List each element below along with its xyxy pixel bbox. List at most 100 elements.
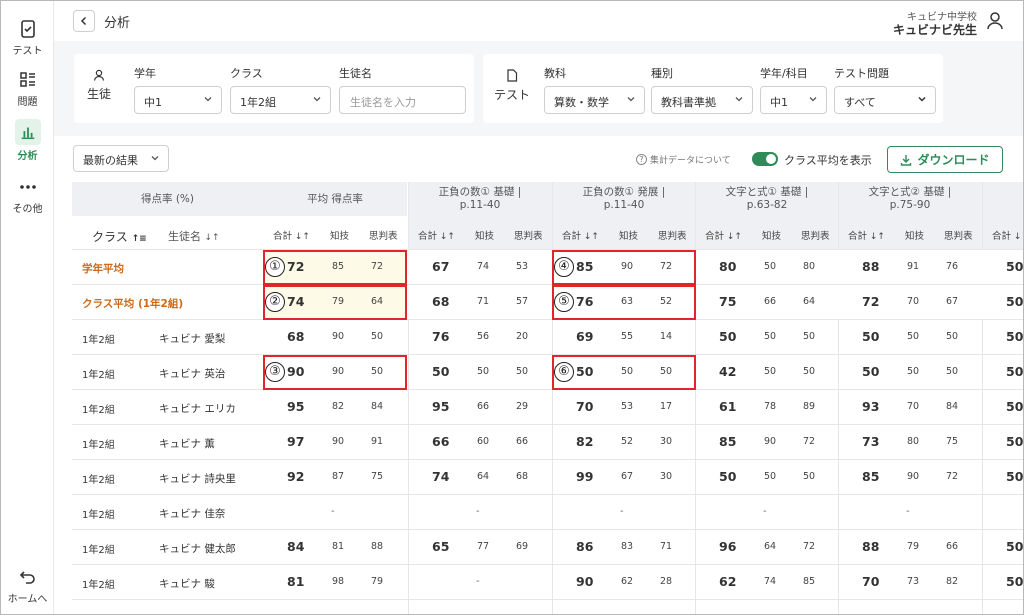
student-name[interactable]: キュビナ 健太郎 — [159, 541, 236, 556]
nav-test[interactable]: テスト — [1, 19, 54, 57]
student-row[interactable]: 1年2組 キュビナ 英治 90 90 50 50 50 50 50 50 50 42 50 50 50 50 5… — [72, 355, 1023, 390]
sub-header-total[interactable]: 合計 ↓↑ — [848, 228, 885, 242]
score-knowledge: 78 — [764, 401, 777, 412]
group-header-pages: p.11-40 — [459, 199, 501, 211]
latest-result-select[interactable]: 最新の結果 — [73, 145, 169, 172]
student-name[interactable]: キュビナ 愛梨 — [159, 331, 225, 346]
score-thinking: 29 — [516, 401, 529, 412]
sub-header: 思判表 — [369, 231, 398, 242]
nav-more[interactable]: その他 — [1, 177, 54, 215]
score-total: 50 — [1006, 259, 1024, 274]
download-button[interactable]: ダウンロード — [887, 146, 1003, 173]
sort-icon[interactable]: ↓↑ — [581, 232, 599, 242]
class-select[interactable]: 1年2組 — [230, 86, 331, 114]
nav-analysis-label: 分析 — [17, 151, 38, 162]
student-name[interactable]: キュビナ 佳奈 — [159, 506, 225, 521]
score-thinking: 50 — [946, 331, 959, 342]
student-name[interactable]: キュビナ 薫 — [159, 436, 215, 451]
student-class: 1年2組 — [82, 335, 115, 346]
marker-number: ⑥ — [554, 362, 574, 382]
sub-header-total[interactable]: 合計 ↓↑ — [273, 228, 310, 242]
sort-icon[interactable]: ↓↑ — [292, 232, 310, 242]
grade-subject-select[interactable]: 中1 — [760, 86, 827, 114]
student-class: 1年2組 — [82, 405, 115, 416]
student-row[interactable]: 1年2組 キュビナ 詩央里 92 87 75 74 64 68 99 67 30 50 50 50 85 90… — [72, 460, 1023, 495]
sort-icon[interactable]: ↓↑ — [724, 232, 742, 242]
group-header[interactable]: 正負の数① 発展 | p.11-40 — [552, 182, 696, 216]
student-row[interactable]: 1年2組 キュビナ 駿 81 98 79 - 90 62 28 62 74 85 70 73 82 50 — [72, 565, 1023, 600]
score-thinking: 20 — [516, 331, 529, 342]
subject-select[interactable]: 算数・数学 — [544, 86, 645, 114]
score-total: 50 — [862, 364, 880, 379]
sub-header: 知技 — [762, 231, 782, 242]
class-average-toggle[interactable] — [752, 152, 778, 166]
score-table: 得点率 (%) クラス ↑≡ 生徒名 ↓↑ 平均 得点率 合計 ↓↑ 知技 思判表 正負… — [72, 182, 1024, 614]
sub-header-total[interactable]: 合計 ↓↑ — [992, 228, 1023, 242]
group-header[interactable]: 正負の数① 基礎 | p.11-40 — [408, 182, 552, 216]
group-sub-headers: 合計 ↓↑ 知技 思判表 — [838, 216, 982, 250]
type-select[interactable]: 教科書準拠 — [651, 86, 753, 114]
student-name-input[interactable]: 生徒名を入力 — [339, 86, 466, 114]
nav-home[interactable]: ホームへ — [1, 567, 54, 605]
score-total: 86 — [576, 539, 594, 554]
score-thinking: 30 — [660, 436, 673, 447]
score-knowledge: 64 — [764, 541, 777, 552]
sort-icon[interactable]: ↓↑ — [437, 232, 455, 242]
score-thinking: 75 — [946, 436, 959, 447]
student-name[interactable]: キュビナ 英治 — [159, 366, 225, 381]
aggregate-data-info-link[interactable]: ? 集計データについて — [636, 153, 731, 166]
student-name[interactable]: キュビナ 詩央里 — [159, 471, 236, 486]
chevron-left-icon — [80, 16, 87, 26]
sub-header-total[interactable]: 合計 ↓↑ — [418, 228, 455, 242]
nav-problem[interactable]: 問題 — [1, 70, 54, 108]
sub-header-total[interactable]: 合計 ↓↑ — [562, 228, 599, 242]
test-problem-select[interactable]: すべて — [834, 86, 936, 114]
student-name[interactable]: キュビナ 駿 — [159, 576, 215, 591]
test-problem-label: テスト問題 — [834, 67, 889, 80]
empty-value: - — [620, 506, 624, 517]
grade-select[interactable]: 中1 — [134, 86, 222, 114]
student-row[interactable]: 1年2組 キュビナ 健太郎 84 81 88 65 77 69 86 83 71 96 64 72 88 79… — [72, 530, 1024, 565]
back-button[interactable] — [73, 10, 95, 32]
average-row-label: クラス平均 (1年2組) — [82, 298, 184, 310]
sort-icon[interactable]: ↓↑ — [1011, 232, 1023, 242]
student-name[interactable]: キュビナ エリカ — [159, 401, 236, 416]
score-thinking: 50 — [803, 471, 816, 482]
marker-number: ③ — [265, 362, 285, 382]
group-header[interactable]: 平均 得点率 — [263, 182, 407, 216]
group-header-title: 正負の数① 発展 | — [582, 186, 666, 198]
score-total: 66 — [432, 434, 450, 449]
sub-header-total[interactable]: 合計 ↓↑ — [705, 228, 742, 242]
score-knowledge: 74 — [477, 261, 490, 272]
student-row[interactable]: 1年2組 キュビナ エリカ 95 82 84 95 66 29 70 53 17 61 78 89 93 70… — [72, 390, 1023, 425]
marker-number: ④ — [554, 257, 574, 277]
group-header[interactable]: 文字と式① 基礎 | p.63-82 — [695, 182, 839, 216]
chevron-down-icon — [918, 96, 926, 102]
nav-test-label: テスト — [12, 46, 43, 57]
student-row[interactable]: 1年2組 キュビナ 薫 97 90 91 66 60 66 82 52 30 85 90 72 73 80 75… — [72, 425, 1023, 460]
user-icon[interactable] — [987, 12, 1003, 30]
group-header[interactable]: 文字と式② 基礎 | p.75-90 — [838, 182, 982, 216]
grade-label: 学年 — [134, 67, 156, 80]
sort-icon[interactable]: ↓↑ — [867, 232, 885, 242]
score-knowledge: 64 — [477, 471, 490, 482]
score-total: 85 — [719, 434, 737, 449]
student-row[interactable]: 1年2組 キュビナ 愛梨 68 90 50 76 56 20 69 55 14 50 50 50 50 50 5… — [72, 320, 1023, 355]
sub-header: 思判表 — [658, 231, 687, 242]
empty-value: - — [763, 506, 767, 517]
score-total: 68 — [432, 294, 450, 309]
sub-header: 知技 — [619, 231, 639, 242]
student-row[interactable]: 1年2組キュビナ 佳奈------ — [72, 495, 1023, 530]
score-thinking: 72 — [803, 541, 816, 552]
name-col-header[interactable]: 生徒名 ↓↑ — [168, 228, 220, 244]
score-total: 88 — [862, 539, 880, 554]
group-header[interactable]: 文字p.75- — [982, 182, 1023, 216]
nav-analysis[interactable]: 分析 — [1, 119, 54, 162]
score-knowledge: 66 — [477, 401, 490, 412]
score-thinking: 66 — [516, 436, 529, 447]
student-name-label: 生徒名 — [339, 67, 372, 80]
class-col-header[interactable]: クラス ↑≡ — [92, 228, 147, 245]
score-knowledge: 90 — [332, 331, 345, 342]
score-total: 50 — [1006, 539, 1024, 554]
score-knowledge: 91 — [907, 261, 920, 272]
